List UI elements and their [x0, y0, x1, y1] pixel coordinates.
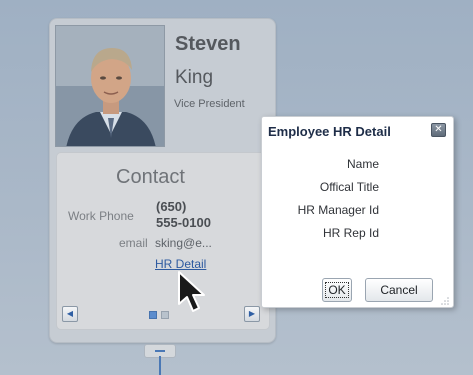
cancel-button[interactable]: Cancel — [365, 278, 433, 302]
page-indicator-2[interactable] — [161, 311, 169, 319]
hr-detail-link[interactable]: HR Detail — [155, 257, 206, 271]
ok-button[interactable]: OK — [322, 278, 352, 302]
last-name: King — [175, 67, 214, 88]
previous-page-button[interactable]: ◀ — [62, 306, 78, 322]
work-phone-label: Work Phone — [68, 209, 134, 223]
contact-heading: Contact — [116, 166, 185, 188]
first-name: Steven — [175, 33, 241, 55]
ok-label: OK — [325, 282, 349, 298]
close-icon: ✕ — [434, 124, 443, 135]
email-value[interactable]: sking@e... — [155, 236, 212, 250]
email-label: email — [119, 236, 148, 250]
collapse-icon — [155, 350, 165, 352]
close-button[interactable]: ✕ — [431, 123, 446, 137]
resize-grip-icon[interactable] — [440, 296, 450, 306]
work-phone-value: (650) 555-0100 — [156, 199, 211, 231]
popup-title: Employee HR Detail — [268, 124, 391, 139]
connector-line — [159, 356, 161, 375]
next-page-button[interactable]: ▶ — [244, 306, 260, 322]
mouse-pointer-icon — [178, 271, 205, 312]
work-phone-line2: 555-0100 — [156, 215, 211, 230]
employee-photo — [55, 25, 165, 147]
work-phone-line1: (650) — [156, 199, 187, 214]
field-hr-rep-id: HR Rep Id — [322, 226, 379, 240]
page-indicator-1[interactable] — [149, 311, 157, 319]
field-name: Name — [346, 157, 379, 171]
arrow-right-icon: ▶ — [248, 309, 256, 318]
job-title: Vice President — [174, 98, 245, 110]
arrow-left-icon: ◀ — [66, 309, 74, 318]
field-official-title: Offical Title — [319, 180, 379, 194]
field-hr-manager-id: HR Manager Id — [297, 203, 379, 217]
